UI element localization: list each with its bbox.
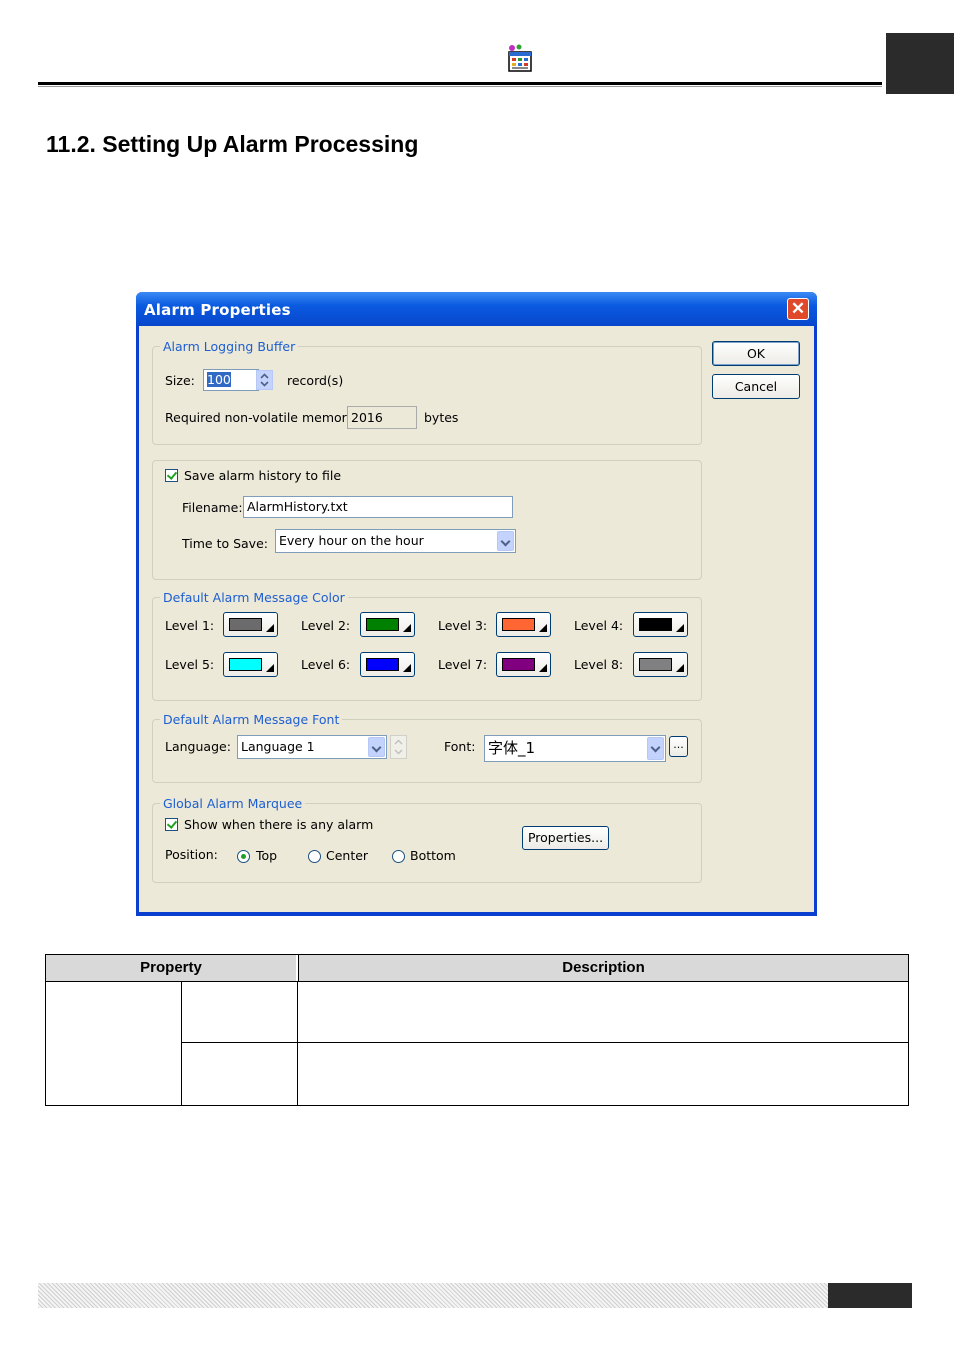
time-to-save-select[interactable]: Every hour on the hour	[275, 529, 516, 553]
save-history-checkbox[interactable]	[165, 469, 178, 482]
font-group-legend: Default Alarm Message Font	[160, 712, 343, 727]
property-table: Property Description	[45, 954, 909, 1106]
time-to-save-label: Time to Save:	[182, 536, 268, 551]
chevron-down-icon[interactable]	[497, 531, 514, 551]
logging-buffer-legend: Alarm Logging Buffer	[160, 339, 299, 354]
size-input[interactable]: 100	[203, 369, 259, 391]
chapter-tab	[886, 33, 954, 94]
level-5-color-button[interactable]	[223, 652, 278, 677]
dropdown-triangle-icon	[266, 624, 274, 632]
memory-unit: bytes	[424, 410, 459, 425]
save-history-label: Save alarm history to file	[184, 468, 342, 483]
header-rule-shadow	[38, 86, 882, 87]
dropdown-triangle-icon	[403, 624, 411, 632]
table-header-property: Property	[46, 955, 297, 981]
footer-bar	[38, 1283, 828, 1308]
dropdown-triangle-icon	[676, 664, 684, 672]
size-value: 100	[207, 372, 231, 387]
marquee-properties-button[interactable]: Properties...	[522, 826, 609, 850]
level-2-swatch	[366, 618, 399, 631]
dropdown-triangle-icon	[539, 664, 547, 672]
level-2-color-button[interactable]	[360, 612, 415, 637]
dropdown-triangle-icon	[539, 624, 547, 632]
size-unit: record(s)	[287, 373, 344, 388]
language-value: Language 1	[241, 739, 315, 754]
level-6-swatch	[366, 658, 399, 671]
level-2-label: Level 2:	[301, 618, 351, 633]
filename-label: Filename:	[182, 500, 243, 515]
table-divider	[182, 1042, 908, 1043]
level-4-swatch	[639, 618, 672, 631]
position-bottom-radio[interactable]	[392, 850, 405, 863]
level-1-label: Level 1:	[165, 618, 215, 633]
dialog-title: Alarm Properties	[144, 301, 291, 319]
marquee-group	[152, 803, 702, 883]
dialog-titlebar[interactable]: Alarm Properties ✕	[136, 292, 817, 326]
font-value: 字体_1	[488, 739, 536, 757]
level-8-color-button[interactable]	[633, 652, 688, 677]
level-4-label: Level 4:	[574, 618, 624, 633]
memory-label: Required non-volatile memory:	[165, 410, 358, 425]
dropdown-triangle-icon	[676, 624, 684, 632]
logging-buffer-group	[152, 346, 702, 445]
position-label: Position:	[165, 847, 218, 862]
header-rule	[38, 82, 882, 85]
font-browse-button[interactable]: ...	[669, 736, 688, 757]
level-3-color-button[interactable]	[496, 612, 551, 637]
font-select[interactable]: 字体_1	[484, 735, 666, 762]
level-5-swatch	[229, 658, 262, 671]
close-icon[interactable]: ✕	[787, 298, 809, 320]
position-top-label: Top	[256, 848, 278, 863]
page-title: 11.2. Setting Up Alarm Processing	[46, 131, 419, 157]
level-4-color-button[interactable]	[633, 612, 688, 637]
cancel-button[interactable]: Cancel	[712, 374, 800, 399]
level-8-label: Level 8:	[574, 657, 624, 672]
ok-button[interactable]: OK	[712, 341, 800, 366]
filename-input[interactable]: AlarmHistory.txt	[243, 496, 513, 518]
chevron-down-icon[interactable]	[368, 737, 385, 757]
language-select[interactable]: Language 1	[237, 735, 387, 759]
alarm-properties-dialog: Alarm Properties ✕ OK Cancel Alarm Loggi…	[136, 292, 817, 916]
level-1-color-button[interactable]	[223, 612, 278, 637]
level-3-swatch	[502, 618, 535, 631]
table-divider	[46, 981, 908, 982]
table-header-description: Description	[298, 955, 908, 981]
spinner-arrows-icon	[394, 739, 403, 755]
position-center-label: Center	[326, 848, 369, 863]
position-center-radio[interactable]	[308, 850, 321, 863]
dialog-client: OK Cancel Alarm Logging Buffer Size: 100…	[139, 326, 814, 912]
table-divider	[297, 982, 298, 1105]
window-grid-icon	[508, 44, 532, 72]
table-divider	[181, 982, 182, 1105]
time-to-save-value: Every hour on the hour	[279, 533, 424, 548]
footer-page-tab	[828, 1283, 912, 1308]
level-6-color-button[interactable]	[360, 652, 415, 677]
spinner-arrows-icon	[260, 373, 269, 387]
position-bottom-label: Bottom	[410, 848, 456, 863]
level-3-label: Level 3:	[438, 618, 488, 633]
size-spinner[interactable]	[256, 370, 273, 390]
memory-field: 2016	[347, 406, 417, 429]
level-6-label: Level 6:	[301, 657, 351, 672]
language-label: Language:	[165, 739, 231, 754]
color-group-legend: Default Alarm Message Color	[160, 590, 348, 605]
language-spinner	[390, 735, 407, 759]
level-1-swatch	[229, 618, 262, 631]
chevron-down-icon[interactable]	[647, 737, 664, 760]
show-marquee-label: Show when there is any alarm	[184, 817, 374, 832]
show-marquee-checkbox[interactable]	[165, 818, 178, 831]
level-5-label: Level 5:	[165, 657, 215, 672]
position-top-radio[interactable]	[237, 850, 250, 863]
level-7-swatch	[502, 658, 535, 671]
level-7-label: Level 7:	[438, 657, 488, 672]
font-label: Font:	[444, 739, 476, 754]
level-7-color-button[interactable]	[496, 652, 551, 677]
marquee-legend: Global Alarm Marquee	[160, 796, 306, 811]
level-8-swatch	[639, 658, 672, 671]
dropdown-triangle-icon	[403, 664, 411, 672]
dropdown-triangle-icon	[266, 664, 274, 672]
size-label: Size:	[165, 373, 195, 388]
